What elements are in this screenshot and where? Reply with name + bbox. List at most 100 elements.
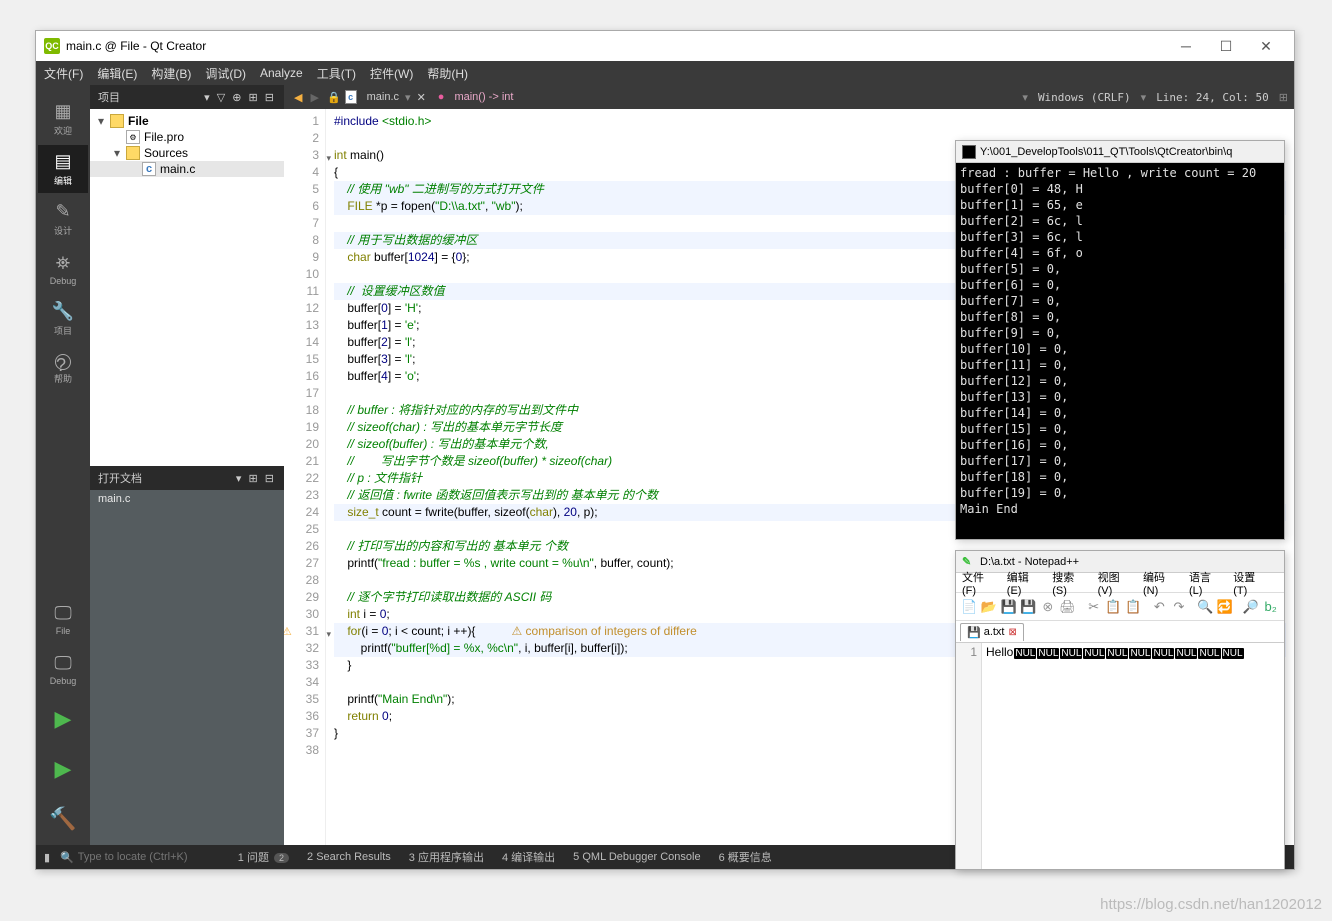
save-icon[interactable]: 💾: [999, 597, 1018, 617]
project-panel-header: 项目▾ ▽ ⊕ ⊞ ⊟: [90, 85, 284, 109]
npp-toolbar: 📄 📂 💾 💾 ⊗ 🖨 ✂ 📋 📋 ↶ ↷ 🔍 🔁 🔎 b₂: [956, 593, 1284, 621]
undo-icon[interactable]: ↶: [1150, 597, 1169, 617]
word-icon[interactable]: b₂: [1261, 597, 1280, 617]
encoding-label[interactable]: Windows (CRLF): [1038, 91, 1131, 104]
debug-run-button[interactable]: ▶: [38, 745, 88, 793]
tree-pro-file[interactable]: ⚙File.pro: [90, 129, 284, 145]
sb-general[interactable]: 6 概要信息: [719, 849, 772, 865]
minimize-button[interactable]: ─: [1166, 31, 1206, 61]
npp-tabs: 💾 a.txt ⊠: [956, 621, 1284, 643]
npp-title: D:\a.txt - Notepad++: [980, 556, 1079, 568]
tab-close-icon[interactable]: ⊠: [1009, 627, 1017, 638]
maximize-button[interactable]: ☐: [1206, 31, 1246, 61]
close-icon[interactable]: ⊗: [1039, 597, 1058, 617]
sb-search-results[interactable]: 2 Search Results: [307, 851, 391, 863]
panel-toolbar-icons[interactable]: ▾ ▽ ⊕ ⊞ ⊟: [204, 91, 276, 104]
sb-app-output[interactable]: 3 应用程序输出: [409, 849, 484, 865]
c-file-icon: c: [345, 90, 357, 104]
tree-sources-folder[interactable]: ▾Sources: [90, 145, 284, 161]
npp-menu-encoding[interactable]: 编码(N): [1143, 569, 1179, 597]
sb-issues[interactable]: 1 问题 2: [238, 849, 289, 865]
paste-icon[interactable]: 📋: [1124, 597, 1143, 617]
npp-menu-view[interactable]: 视图(V): [1098, 569, 1133, 597]
npp-text[interactable]: HelloNULNULNULNULNULNULNULNULNULNUL: [982, 643, 1248, 869]
menu-tools[interactable]: 工具(T): [317, 65, 356, 82]
project-panel: 项目▾ ▽ ⊕ ⊞ ⊟ ▾File ⚙File.pro ▾Sources cma…: [90, 85, 284, 845]
locator-input[interactable]: [78, 851, 218, 863]
docs-toolbar-icons[interactable]: ▾ ⊞ ⊟: [236, 472, 276, 485]
cmd-icon: [962, 145, 976, 159]
npp-menu-edit[interactable]: 编辑(E): [1007, 569, 1042, 597]
tab-close-icon[interactable]: ✕: [417, 91, 426, 104]
terminal-titlebar: Y:\001_DevelopTools\011_QT\Tools\QtCreat…: [956, 141, 1284, 163]
mode-edit[interactable]: ▤编辑: [38, 145, 88, 193]
menu-build[interactable]: 构建(B): [151, 65, 191, 82]
npp-icon: ✎: [962, 555, 976, 569]
saveall-icon[interactable]: 💾: [1019, 597, 1038, 617]
mode-projects[interactable]: 🔧项目: [38, 295, 88, 343]
run-button[interactable]: ▶: [38, 695, 88, 743]
open-docs-list[interactable]: main.c: [90, 490, 284, 845]
project-tree: ▾File ⚙File.pro ▾Sources cmain.c: [90, 109, 284, 466]
split-icon[interactable]: ⊞: [1279, 91, 1288, 104]
npp-menu-lang[interactable]: 语言(L): [1189, 569, 1223, 597]
save-state-icon: 💾: [967, 626, 981, 639]
window-title: main.c @ File - Qt Creator: [66, 39, 206, 53]
npp-menu-file[interactable]: 文件(F): [962, 569, 997, 597]
npp-tab-atxt[interactable]: 💾 a.txt ⊠: [960, 623, 1024, 641]
kit-selector[interactable]: 🖵File: [38, 595, 88, 643]
menu-widgets[interactable]: 控件(W): [370, 65, 413, 82]
mode-welcome[interactable]: ▦欢迎: [38, 95, 88, 143]
editor-tab-name[interactable]: main.c: [367, 91, 399, 103]
tree-root[interactable]: ▾File: [90, 113, 284, 129]
terminal-output[interactable]: fread : buffer = Hello , write count = 2…: [956, 163, 1284, 539]
folder-icon: [110, 114, 124, 128]
issues-badge: 2: [274, 853, 289, 863]
nav-back-icon[interactable]: ◀: [294, 91, 302, 104]
open-icon[interactable]: 📂: [980, 597, 999, 617]
menu-file[interactable]: 文件(F): [44, 65, 83, 82]
tree-mainc[interactable]: cmain.c: [90, 161, 284, 177]
print-icon[interactable]: 🖨: [1058, 597, 1077, 617]
menu-edit[interactable]: 编辑(E): [97, 65, 137, 82]
lock-icon[interactable]: 🔒: [327, 91, 341, 104]
npp-tab-label: a.txt: [984, 626, 1005, 638]
npp-menu-settings[interactable]: 设置(T): [1233, 569, 1268, 597]
mode-help[interactable]: ?帮助: [38, 345, 88, 393]
replace-icon[interactable]: 🔁: [1215, 597, 1234, 617]
folder-icon: [126, 146, 140, 160]
mode-design[interactable]: ✎设计: [38, 195, 88, 243]
menu-analyze[interactable]: Analyze: [260, 66, 303, 80]
function-selector[interactable]: main() -> int: [454, 91, 513, 103]
mode-toolbar: ▦欢迎 ▤编辑 ✎设计 ⛯Debug 🔧项目 ?帮助 🖵File 🖵Debug …: [36, 85, 90, 845]
cursor-position: Line: 24, Col: 50: [1156, 91, 1269, 104]
mode-debug[interactable]: ⛯Debug: [38, 245, 88, 293]
editor-tabbar: ◀ ▶ 🔒 c main.c ▾ ✕ ● main() -> int ▾ Win…: [284, 85, 1294, 109]
copy-icon[interactable]: 📋: [1104, 597, 1123, 617]
search-icon: 🔍: [60, 851, 74, 864]
func-dropdown-icon[interactable]: ▾: [1022, 91, 1028, 104]
redo-icon[interactable]: ↷: [1170, 597, 1189, 617]
sb-qml-console[interactable]: 5 QML Debugger Console: [573, 851, 700, 863]
npp-editor[interactable]: 1 HelloNULNULNULNULNULNULNULNULNULNUL: [956, 643, 1284, 869]
run-target[interactable]: 🖵Debug: [38, 645, 88, 693]
cut-icon[interactable]: ✂: [1084, 597, 1103, 617]
npp-menubar: 文件(F) 编辑(E) 搜索(S) 视图(V) 编码(N) 语言(L) 设置(T…: [956, 573, 1284, 593]
terminal-title: Y:\001_DevelopTools\011_QT\Tools\QtCreat…: [980, 146, 1232, 158]
nav-fwd-icon[interactable]: ▶: [310, 91, 318, 104]
terminal-window: Y:\001_DevelopTools\011_QT\Tools\QtCreat…: [955, 140, 1285, 540]
menu-debug[interactable]: 调试(D): [205, 65, 246, 82]
menubar: 文件(F) 编辑(E) 构建(B) 调试(D) Analyze 工具(T) 控件…: [36, 61, 1294, 85]
find-icon[interactable]: 🔍: [1196, 597, 1215, 617]
new-icon[interactable]: 📄: [960, 597, 979, 617]
enc-dropdown-icon[interactable]: ▾: [1141, 91, 1147, 104]
close-button[interactable]: ✕: [1246, 31, 1286, 61]
sb-compile-output[interactable]: 4 编译输出: [502, 849, 555, 865]
zoom-icon[interactable]: 🔎: [1242, 597, 1261, 617]
qt-logo-icon: QC: [44, 38, 60, 54]
build-button[interactable]: 🔨: [38, 795, 88, 843]
npp-menu-search[interactable]: 搜索(S): [1052, 569, 1087, 597]
tab-dropdown-icon[interactable]: ▾: [405, 91, 411, 104]
sidebar-toggle-icon[interactable]: ▮: [44, 851, 50, 864]
menu-help[interactable]: 帮助(H): [427, 65, 468, 82]
